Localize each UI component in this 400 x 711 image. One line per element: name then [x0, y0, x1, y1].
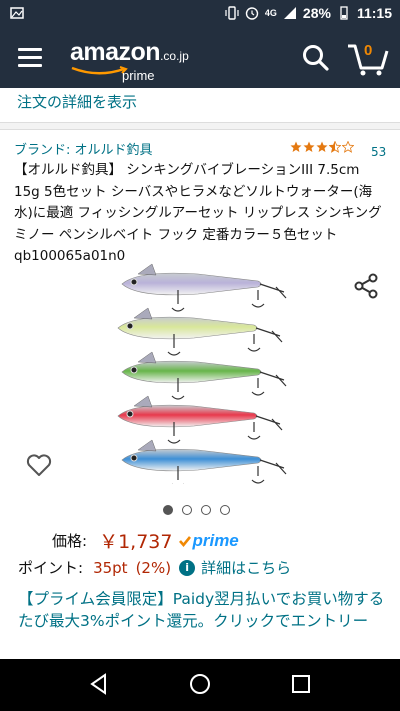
- image-carousel-dots: [163, 505, 230, 515]
- prime-badge: prime: [178, 530, 239, 551]
- lure-3: [121, 351, 287, 400]
- android-nav-bar: [0, 659, 400, 711]
- info-icon[interactable]: i: [179, 559, 196, 576]
- prime-check-icon: [179, 535, 192, 547]
- amazon-logo[interactable]: amazon.co.jp prime: [70, 38, 189, 83]
- signal-icon: [283, 7, 296, 19]
- points-label: ポイント:: [18, 559, 84, 577]
- points-value: 35pt: [93, 558, 128, 577]
- network-type: 4G: [264, 8, 277, 18]
- points-row: ポイント: 35pt (2%) i 詳細はこちら: [18, 557, 291, 578]
- menu-icon[interactable]: [18, 48, 42, 68]
- promo-link[interactable]: 【プライム会員限定】Paidy翌月払いでお買い物するたび最大3%ポイント還元。ク…: [18, 588, 388, 632]
- price-row: 価格: ￥1,737 prime: [52, 527, 239, 554]
- order-details-link[interactable]: 注文の詳細を表示: [17, 91, 137, 112]
- logo-word: amazon: [70, 38, 161, 66]
- star-full-icon: [290, 141, 302, 152]
- logo-prime: prime: [122, 68, 155, 83]
- status-bar: 4G 28% 11:15: [0, 0, 400, 28]
- cart-count: 0: [364, 42, 373, 59]
- product-title: 【オルルド釣具】 シンキングバイブレーションIII 7.5cm 15g 5色セッ…: [14, 162, 382, 264]
- section-divider: [0, 122, 400, 130]
- back-icon[interactable]: [86, 671, 112, 697]
- logo-tld: .co.jp: [160, 49, 189, 63]
- image-notification-icon: [10, 7, 24, 19]
- share-icon[interactable]: [352, 272, 380, 300]
- battery-icon: [340, 6, 348, 20]
- rating-count[interactable]: 53: [371, 145, 386, 159]
- star-full-icon: [303, 141, 315, 152]
- carousel-dot[interactable]: [163, 505, 173, 515]
- carousel-dot[interactable]: [201, 505, 211, 515]
- lure-2: [117, 307, 283, 356]
- price-label: 価格:: [52, 532, 88, 550]
- carousel-dot[interactable]: [220, 505, 230, 515]
- carousel-dot[interactable]: [182, 505, 192, 515]
- lure-5: [121, 439, 287, 484]
- alarm-icon: [245, 7, 259, 20]
- wishlist-heart-icon[interactable]: [26, 453, 52, 477]
- home-icon[interactable]: [187, 671, 213, 697]
- star-full-icon: [316, 141, 328, 152]
- product-image[interactable]: [104, 262, 298, 484]
- star-half-icon: [329, 141, 341, 153]
- recents-icon[interactable]: [288, 671, 314, 697]
- prime-label: prime: [192, 530, 239, 550]
- cart-button[interactable]: 0: [346, 38, 390, 78]
- star-rating[interactable]: [290, 141, 355, 153]
- brand-link[interactable]: ブランド: オルルド釣具: [14, 139, 153, 158]
- lure-4: [117, 395, 283, 444]
- vibrate-icon: [225, 6, 239, 20]
- clock: 11:15: [356, 5, 392, 21]
- points-details-link[interactable]: 詳細はこちら: [201, 557, 291, 578]
- star-empty-icon: [342, 141, 354, 153]
- battery-percent: 28%: [302, 5, 331, 21]
- lure-1: [121, 263, 287, 312]
- smile-arrow-icon: [71, 66, 128, 75]
- search-icon[interactable]: [300, 42, 332, 74]
- points-percent: (2%): [135, 558, 172, 577]
- app-header: amazon.co.jp prime 0: [0, 28, 400, 88]
- price-value: ￥1,737: [99, 531, 173, 553]
